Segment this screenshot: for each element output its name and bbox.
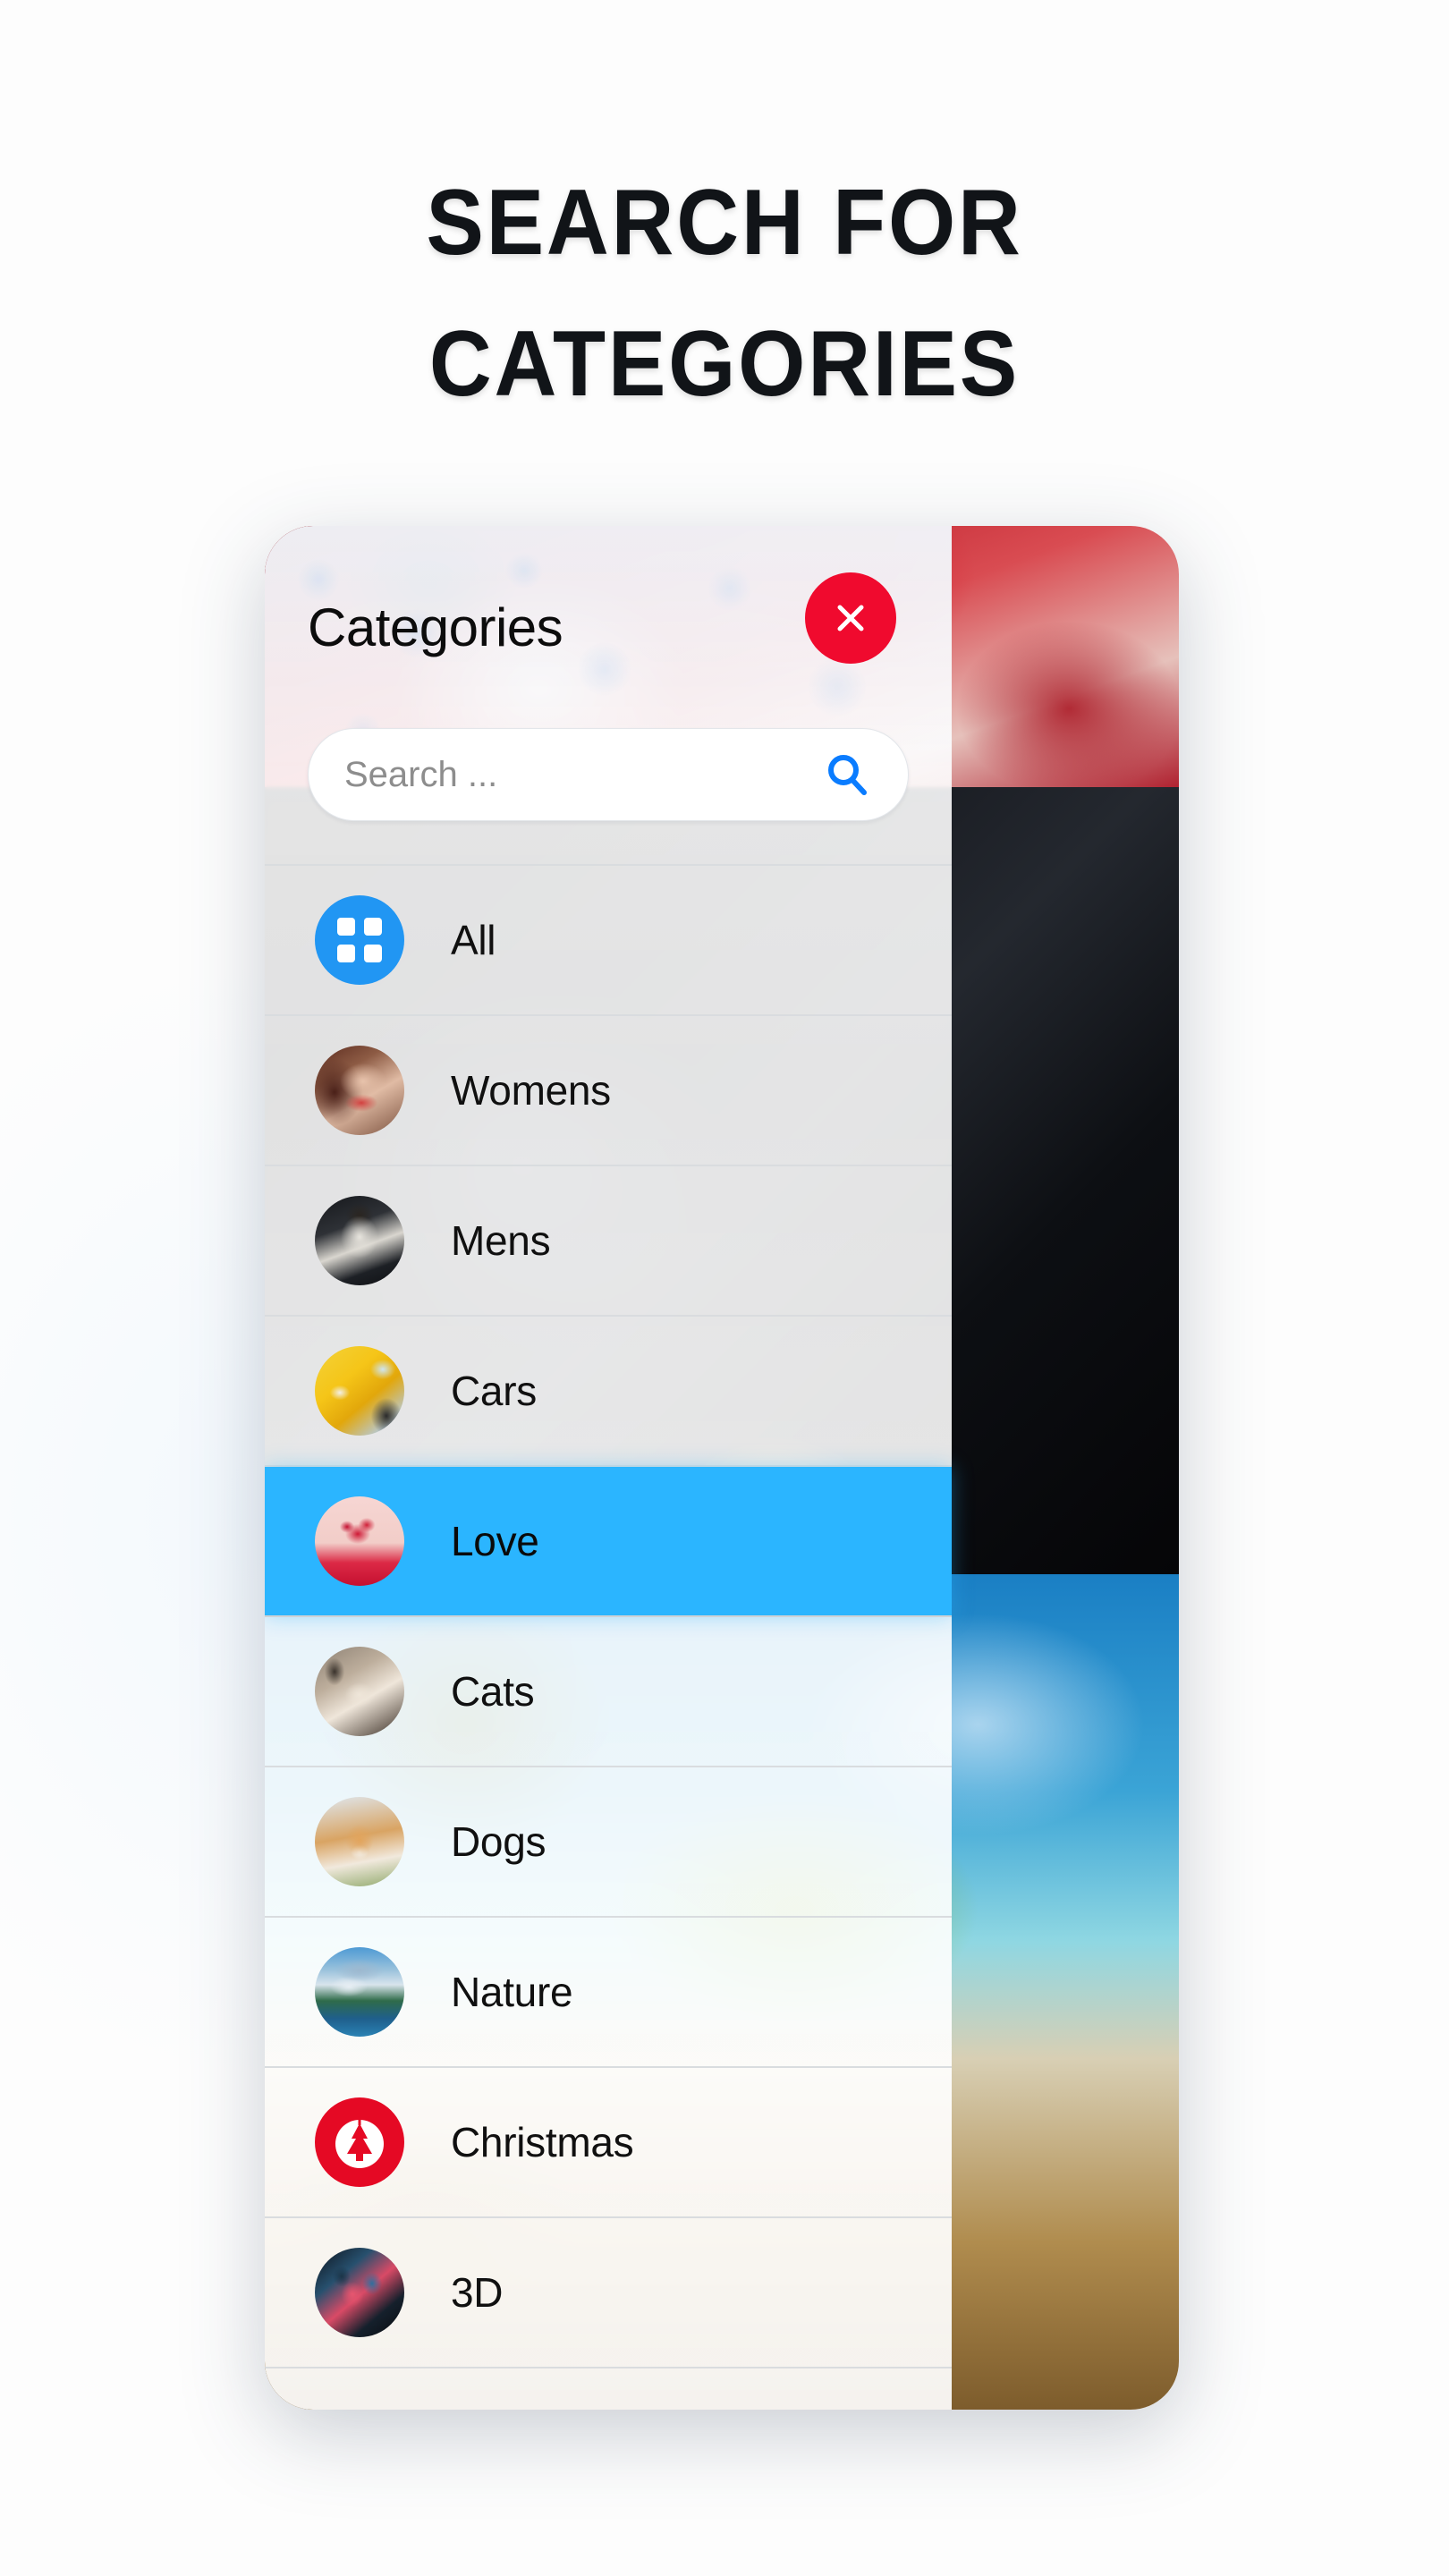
categories-panel: Categories Search ... All Womens Mens Ca…	[265, 526, 952, 2410]
womens-avatar-icon	[315, 1046, 404, 1135]
dogs-avatar-icon	[315, 1797, 404, 1886]
grid-icon	[315, 895, 404, 985]
category-row-dogs[interactable]: Dogs	[265, 1767, 952, 1918]
category-label: Cats	[451, 1668, 535, 1715]
nature-avatar-icon	[315, 1947, 404, 2037]
screenshot-canvas: SEARCH FOR CATEGORIES Categories Search …	[0, 0, 1449, 2576]
category-row-cats[interactable]: Cats	[265, 1617, 952, 1767]
category-label: 3D	[451, 2269, 504, 2316]
category-label: Nature	[451, 1969, 573, 2015]
category-row-3d[interactable]: 3D	[265, 2218, 952, 2368]
mens-avatar-icon	[315, 1196, 404, 1285]
category-row-womens[interactable]: Womens	[265, 1016, 952, 1166]
category-label: Cars	[451, 1368, 537, 1414]
category-label: Dogs	[451, 1818, 547, 1865]
page-title: SEARCH FOR CATEGORIES	[51, 152, 1399, 435]
category-row-cars[interactable]: Cars	[265, 1317, 952, 1467]
close-button[interactable]	[805, 572, 896, 664]
panel-header: Categories	[265, 526, 952, 728]
threed-avatar-icon	[315, 2248, 404, 2337]
christmas-tree-icon	[315, 2097, 404, 2187]
search-input[interactable]	[344, 754, 822, 795]
category-row-christmas[interactable]: Christmas	[265, 2068, 952, 2218]
search-magnifier-icon[interactable]	[822, 750, 872, 800]
category-label: All	[451, 917, 496, 963]
category-row-love[interactable]: Love	[265, 1467, 952, 1617]
cats-avatar-icon	[315, 1647, 404, 1736]
search-field[interactable]	[308, 728, 909, 821]
panel-title: Categories	[308, 597, 564, 657]
page-title-line-2: CATEGORIES	[428, 312, 1021, 417]
search-row	[265, 728, 952, 821]
category-list: All Womens Mens Cars Love Cats Dogs Natu…	[265, 864, 952, 2368]
category-label: Christmas	[451, 2119, 634, 2165]
category-row-nature[interactable]: Nature	[265, 1918, 952, 2068]
category-label: Love	[451, 1518, 539, 1564]
category-label: Mens	[451, 1217, 551, 1264]
phone-mockup: Categories Search ... All Womens Mens Ca…	[265, 526, 1179, 2410]
category-row-mens[interactable]: Mens	[265, 1166, 952, 1317]
category-row-all[interactable]: All	[265, 866, 952, 1016]
category-label: Womens	[451, 1067, 611, 1114]
love-avatar-icon	[315, 1496, 404, 1586]
page-title-line-1: SEARCH FOR	[426, 171, 1023, 275]
close-x-icon	[830, 597, 871, 639]
cars-avatar-icon	[315, 1346, 404, 1436]
